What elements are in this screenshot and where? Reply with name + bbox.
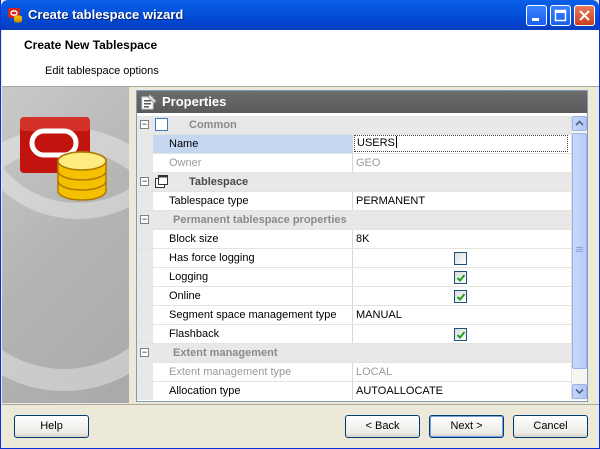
category-extent-management[interactable]: − Extent management — [137, 344, 571, 363]
property-row-tablespace-type[interactable]: Tablespace type PERMANENT — [137, 192, 571, 211]
property-row-segment-space-management-type[interactable]: Segment space management type MANUAL — [137, 306, 571, 325]
cancel-button[interactable]: Cancel — [513, 415, 588, 438]
logging-checkbox[interactable] — [454, 271, 467, 284]
minimize-icon — [532, 18, 539, 21]
wizard-window: Create tablespace wizard Create New Tabl… — [0, 0, 600, 449]
property-row-flashback[interactable]: Flashback — [137, 325, 571, 344]
wizard-side-image — [2, 87, 129, 403]
category-common[interactable]: − Common — [137, 116, 571, 135]
property-name: Block size — [153, 230, 353, 248]
property-grid: − Common Name USERS Owner GEO − Tablespa… — [137, 116, 571, 400]
property-value — [354, 249, 571, 267]
collapse-icon[interactable]: − — [140, 348, 149, 357]
property-row-extent-management-type: Extent management type LOCAL — [137, 363, 571, 382]
property-row-online[interactable]: Online — [137, 287, 571, 306]
minimize-button[interactable] — [526, 5, 547, 26]
scroll-up-button[interactable] — [572, 116, 587, 131]
category-label: Tablespace — [189, 176, 249, 188]
property-name: Segment space management type — [153, 306, 353, 324]
property-name: Logging — [153, 268, 353, 286]
category-label: Extent management — [173, 347, 278, 359]
property-row-owner: Owner GEO — [137, 154, 571, 173]
scroll-thumb[interactable] — [572, 133, 587, 369]
has-force-logging-checkbox[interactable] — [454, 252, 467, 265]
window-title: Create tablespace wizard — [28, 7, 184, 22]
property-row-logging[interactable]: Logging — [137, 268, 571, 287]
page-title: Create New Tablespace — [24, 38, 158, 52]
property-row-has-force-logging[interactable]: Has force logging — [137, 249, 571, 268]
page-subtitle: Edit tablespace options — [45, 65, 159, 77]
checkmark-icon — [456, 274, 466, 282]
category-label: Permanent tablespace properties — [173, 214, 347, 226]
properties-panel: Properties − Common Name USERS Owner GEO — [136, 90, 588, 402]
back-button[interactable]: < Back — [345, 415, 420, 438]
grip-icon — [576, 247, 583, 252]
maximize-icon — [554, 9, 567, 22]
chevron-up-icon — [575, 120, 584, 126]
property-name: Owner — [153, 154, 353, 172]
property-value[interactable]: USERS — [354, 135, 571, 153]
property-name: Tablespace type — [153, 192, 353, 210]
property-value[interactable]: AUTOALLOCATE — [354, 382, 571, 400]
checkmark-icon — [456, 331, 466, 339]
property-name: Extent management type — [153, 363, 353, 381]
property-value[interactable]: MANUAL — [354, 306, 571, 324]
oracle-app-icon — [8, 8, 22, 23]
scroll-down-button[interactable] — [572, 384, 587, 399]
title-bar[interactable]: Create tablespace wizard — [1, 0, 599, 30]
category-tablespace[interactable]: − Tablespace — [137, 173, 571, 192]
online-checkbox[interactable] — [454, 290, 467, 303]
properties-title: Properties — [162, 94, 227, 109]
property-name: Online — [153, 287, 353, 305]
property-row-name[interactable]: Name USERS — [137, 135, 571, 154]
close-button[interactable] — [574, 5, 595, 26]
property-value[interactable]: 8K — [354, 230, 571, 248]
chevron-down-icon — [575, 388, 584, 395]
property-value: LOCAL — [356, 366, 393, 378]
properties-header: Properties — [137, 91, 587, 113]
collapse-icon[interactable]: − — [140, 120, 149, 129]
vertical-scrollbar[interactable] — [571, 116, 587, 400]
category-label: Common — [189, 119, 237, 131]
property-row-block-size[interactable]: Block size 8K — [137, 230, 571, 249]
property-value[interactable]: PERMANENT — [354, 192, 571, 210]
oracle-database-icon — [20, 117, 107, 201]
property-name: Has force logging — [153, 249, 353, 267]
properties-icon — [141, 94, 157, 110]
property-value — [354, 325, 571, 343]
collapse-icon[interactable]: − — [140, 215, 149, 224]
property-value — [354, 268, 571, 286]
help-button[interactable]: Help — [14, 415, 89, 438]
category-permanent-tablespace-properties[interactable]: − Permanent tablespace properties — [137, 211, 571, 230]
property-row-allocation-type[interactable]: Allocation type AUTOALLOCATE — [137, 382, 571, 400]
collapse-icon[interactable]: − — [140, 177, 149, 186]
property-name: Allocation type — [153, 382, 353, 400]
close-icon — [579, 10, 590, 21]
maximize-button[interactable] — [550, 5, 571, 26]
wizard-header: Create New Tablespace Edit tablespace op… — [2, 30, 599, 87]
property-name: Name — [153, 135, 353, 153]
name-input[interactable]: USERS — [354, 135, 568, 152]
property-value: GEO — [356, 157, 381, 169]
property-value — [354, 287, 571, 305]
flashback-checkbox[interactable] — [454, 328, 467, 341]
property-name: Flashback — [153, 325, 353, 343]
checkmark-icon — [456, 293, 466, 301]
next-button[interactable]: Next > — [429, 415, 504, 438]
